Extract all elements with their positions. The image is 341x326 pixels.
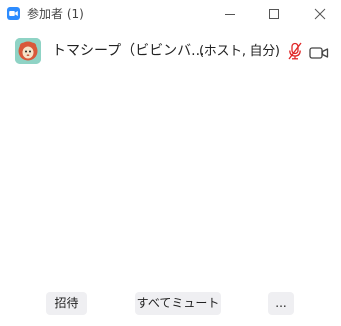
minimize-button[interactable] <box>207 0 253 28</box>
zoom-camera-icon <box>7 7 20 20</box>
mic-muted-icon[interactable] <box>287 42 303 60</box>
close-button[interactable] <box>297 0 341 28</box>
video-camera-icon[interactable] <box>309 45 329 59</box>
maximize-icon <box>269 9 279 19</box>
close-icon <box>314 8 326 20</box>
participant-role: (ホスト, 自分) <box>199 44 280 59</box>
participant-row[interactable]: トマシープ（ビビンバ... (ホスト, 自分) <box>0 33 341 71</box>
invite-button[interactable]: 招待 <box>46 292 87 315</box>
minimize-icon <box>225 14 235 15</box>
participants-window: 参加者 (1) トマシープ（ビビンバ... (ホスト, 自分) 招待 すべてミュ… <box>0 0 341 326</box>
more-options-button[interactable]: ... <box>268 292 294 315</box>
sheep-avatar <box>15 38 41 64</box>
window-title: 参加者 (1) <box>27 7 84 21</box>
participant-name: トマシープ（ビビンバ... <box>52 43 205 59</box>
title-bar[interactable]: 参加者 (1) <box>0 0 341 28</box>
maximize-button[interactable] <box>251 0 297 28</box>
mute-all-button[interactable]: すべてミュート <box>135 292 221 315</box>
